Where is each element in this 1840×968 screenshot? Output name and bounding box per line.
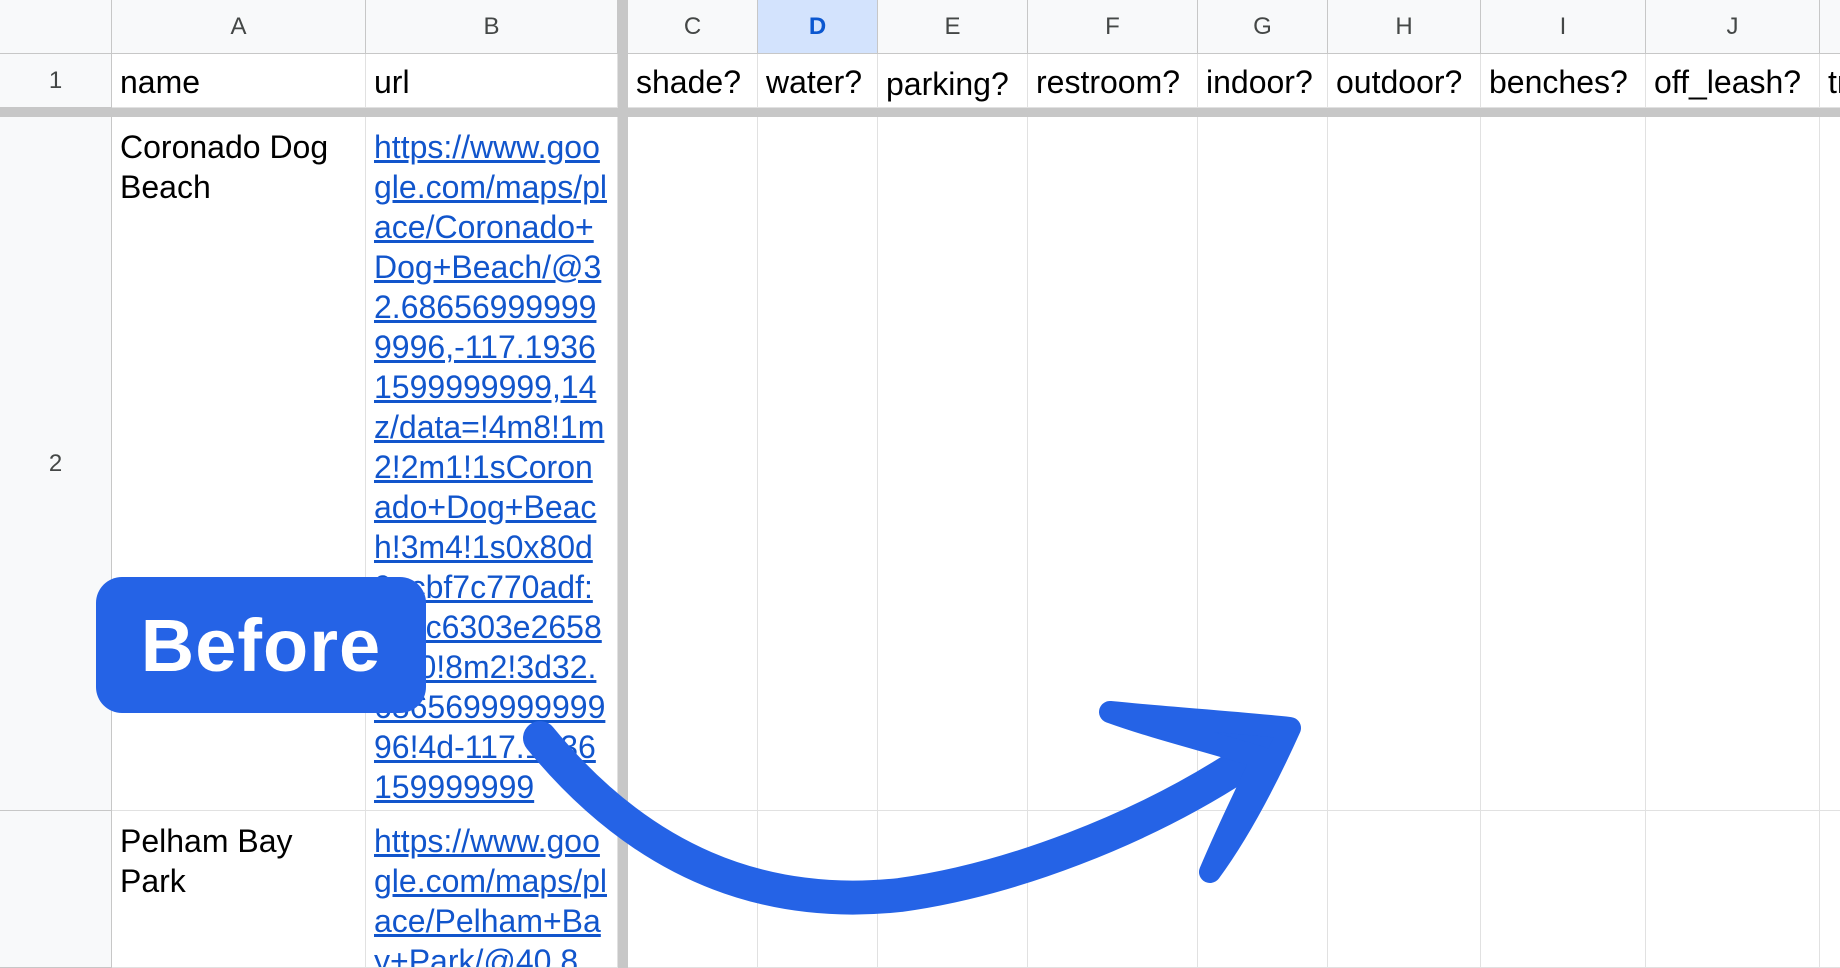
row-header-2[interactable]: 2: [0, 117, 112, 811]
cell-k1[interactable]: tr: [1820, 54, 1840, 108]
row-header-1[interactable]: 1: [0, 54, 112, 108]
cell-f1[interactable]: restroom?: [1028, 54, 1198, 108]
spreadsheet-grid: A B C D E F G H I J 1 2 name url shade? …: [0, 0, 1840, 968]
cell-f3[interactable]: [1028, 811, 1198, 968]
cell-a3[interactable]: Pelham Bay Park: [112, 811, 366, 968]
cell-d1[interactable]: water?: [758, 54, 878, 108]
cell-j3[interactable]: [1646, 811, 1820, 968]
cell-h1[interactable]: outdoor?: [1328, 54, 1481, 108]
before-badge: Before: [96, 577, 426, 713]
column-header-g[interactable]: G: [1198, 0, 1328, 54]
cell-g2[interactable]: [1198, 117, 1328, 811]
column-header-e[interactable]: E: [878, 0, 1028, 54]
cell-h2[interactable]: [1328, 117, 1481, 811]
cell-c2[interactable]: [628, 117, 758, 811]
cell-k2[interactable]: [1820, 117, 1840, 811]
cell-d2[interactable]: [758, 117, 878, 811]
cell-i2[interactable]: [1481, 117, 1646, 811]
cell-b1[interactable]: url: [366, 54, 618, 108]
cell-h3[interactable]: [1328, 811, 1481, 968]
cell-i1[interactable]: benches?: [1481, 54, 1646, 108]
cell-e3[interactable]: [878, 811, 1028, 968]
cell-j2[interactable]: [1646, 117, 1820, 811]
column-header-j[interactable]: J: [1646, 0, 1820, 54]
column-header-k[interactable]: [1820, 0, 1840, 54]
cell-k3[interactable]: [1820, 811, 1840, 968]
cell-i3[interactable]: [1481, 811, 1646, 968]
cell-e1[interactable]: parking?: [878, 54, 1028, 108]
column-header-a[interactable]: A: [112, 0, 366, 54]
column-header-d[interactable]: D: [758, 0, 878, 54]
column-header-i[interactable]: I: [1481, 0, 1646, 54]
cell-b3-link[interactable]: https://www.google.com/maps/place/Pelham…: [366, 811, 618, 968]
frozen-row-divider[interactable]: [0, 108, 1840, 117]
cell-c1[interactable]: shade?: [628, 54, 758, 108]
column-header-c[interactable]: C: [628, 0, 758, 54]
column-header-h[interactable]: H: [1328, 0, 1481, 54]
row-header-3[interactable]: [0, 811, 112, 968]
cell-d3[interactable]: [758, 811, 878, 968]
cell-g1[interactable]: indoor?: [1198, 54, 1328, 108]
cell-g3[interactable]: [1198, 811, 1328, 968]
cell-a1[interactable]: name: [112, 54, 366, 108]
cell-f2[interactable]: [1028, 117, 1198, 811]
select-all-corner[interactable]: [0, 0, 112, 54]
cell-j1[interactable]: off_leash?: [1646, 54, 1820, 108]
column-header-b[interactable]: B: [366, 0, 618, 54]
column-header-f[interactable]: F: [1028, 0, 1198, 54]
cell-c3[interactable]: [628, 811, 758, 968]
cell-e2[interactable]: [878, 117, 1028, 811]
frozen-column-divider[interactable]: [618, 0, 628, 968]
